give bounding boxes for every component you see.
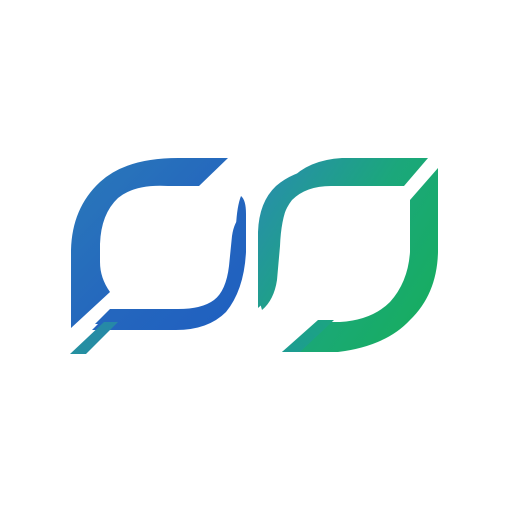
right-loop-lower-shape	[282, 168, 438, 352]
infinity-loop-logo-icon	[70, 158, 438, 354]
left-tail-shape	[70, 322, 118, 354]
left-loop-shape	[71, 158, 228, 328]
logo-canvas	[0, 0, 512, 512]
